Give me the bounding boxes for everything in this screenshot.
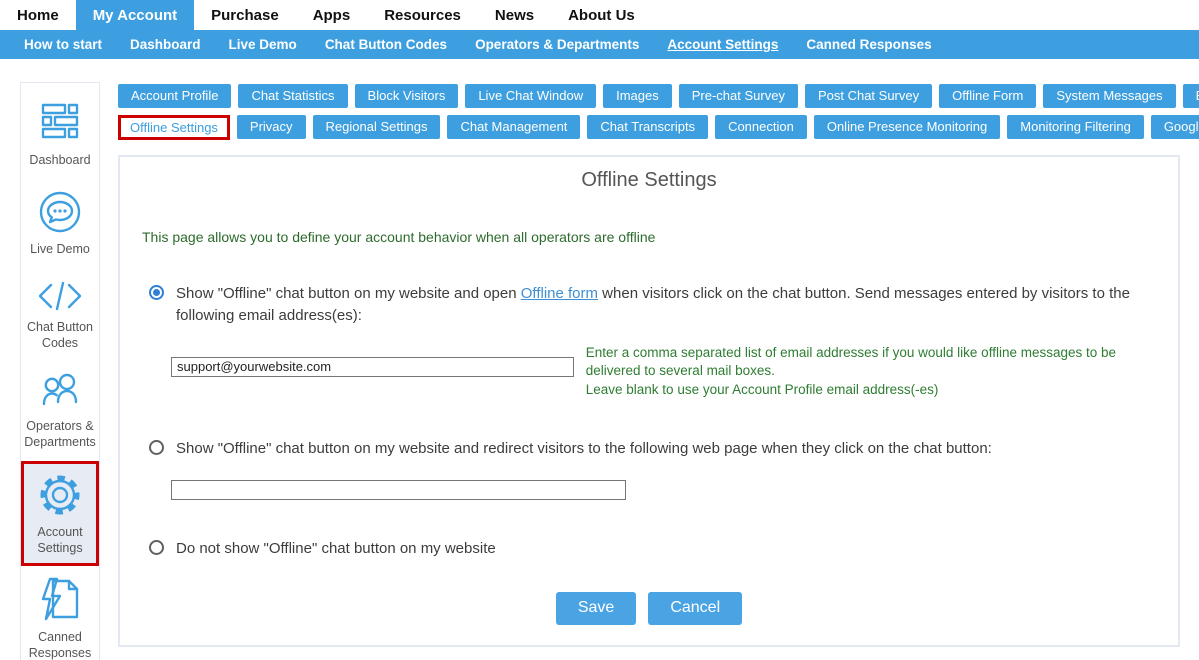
settings-tabs-row1: Account Profile Chat Statistics Block Vi… [118,84,1182,108]
tab-system-messages[interactable]: System Messages [1043,84,1175,108]
offline-form-option-label: Show "Offline" chat button on my website… [176,283,1154,327]
operators-icon [36,372,84,412]
sidebar: Dashboard Live Demo Chat Button Code [20,82,100,660]
code-icon [36,279,84,313]
canned-responses-icon [36,577,84,623]
topnav-item-news[interactable]: News [478,0,551,30]
sub-nav: How to start Dashboard Live Demo Chat Bu… [0,30,1199,59]
tab-chat-transcripts[interactable]: Chat Transcripts [587,115,708,139]
dashboard-icon [36,100,84,146]
sidebar-item-label: Canned Responses [23,629,97,660]
sidebar-item-label: Dashboard [23,152,97,168]
live-demo-icon [36,189,84,235]
option-hide-button-row: Do not show "Offline" chat button on my … [142,538,1156,560]
tab-chat-statistics[interactable]: Chat Statistics [238,84,347,108]
subnav-item-chat-button-codes[interactable]: Chat Button Codes [311,37,461,52]
email-hint-line2: Leave blank to use your Account Profile … [586,381,1156,400]
main-area: Account Profile Chat Statistics Block Vi… [118,59,1182,647]
subnav-item-dashboard[interactable]: Dashboard [116,37,215,52]
tab-post-chat-survey[interactable]: Post Chat Survey [805,84,932,108]
topnav-item-my-account[interactable]: My Account [76,0,194,30]
option-redirect-row: Show "Offline" chat button on my website… [142,438,1156,460]
top-nav: Home My Account Purchase Apps Resources … [0,0,1199,30]
save-button[interactable]: Save [556,592,636,625]
tab-online-presence-monitoring[interactable]: Online Presence Monitoring [814,115,1000,139]
sidebar-item-account-settings[interactable]: Account Settings [21,461,99,567]
topnav-item-apps[interactable]: Apps [296,0,368,30]
topnav-item-resources[interactable]: Resources [367,0,478,30]
tab-images[interactable]: Images [603,84,672,108]
page-description: This page allows you to define your acco… [142,229,1156,245]
sidebar-item-canned-responses[interactable]: Canned Responses [21,566,99,660]
subnav-item-account-settings[interactable]: Account Settings [653,37,792,52]
tab-privacy[interactable]: Privacy [237,115,306,139]
hide-button-radio[interactable] [149,540,164,555]
sidebar-item-dashboard[interactable]: Dashboard [21,89,99,178]
sidebar-item-label: Operators & Departments [23,418,97,451]
tab-pre-chat-survey[interactable]: Pre-chat Survey [679,84,798,108]
option-text-pre: Show "Offline" chat button on my website… [176,285,521,302]
subnav-item-operators-departments[interactable]: Operators & Departments [461,37,653,52]
sidebar-item-chat-button-codes[interactable]: Chat Button Codes [21,268,99,362]
tab-google-analytics[interactable]: Google Analytics [1151,115,1199,139]
subnav-item-how-to-start[interactable]: How to start [10,37,116,52]
topnav-item-purchase[interactable]: Purchase [194,0,296,30]
tab-account-profile[interactable]: Account Profile [118,84,231,108]
sidebar-item-live-demo[interactable]: Live Demo [21,178,99,267]
hide-button-option-label: Do not show "Offline" chat button on my … [176,538,496,560]
page-layout: Dashboard Live Demo Chat Button Code [0,59,1199,660]
redirect-url-input[interactable] [171,480,626,500]
email-hint: Enter a comma separated list of email ad… [586,344,1156,401]
redirect-radio[interactable] [149,440,164,455]
subnav-item-canned-responses[interactable]: Canned Responses [792,37,945,52]
page-title: Offline Settings [142,169,1156,192]
offline-email-input[interactable] [171,357,574,377]
sidebar-item-operators-departments[interactable]: Operators & Departments [21,361,99,461]
offline-form-radio[interactable] [149,285,164,300]
topnav-item-about-us[interactable]: About Us [551,0,652,30]
cancel-button[interactable]: Cancel [648,592,742,625]
form-actions: Save Cancel [142,592,1156,625]
tab-monitoring-filtering[interactable]: Monitoring Filtering [1007,115,1144,139]
tab-regional-settings[interactable]: Regional Settings [313,115,441,139]
offline-form-link[interactable]: Offline form [521,285,598,302]
tab-block-visitors[interactable]: Block Visitors [355,84,459,108]
sidebar-item-label: Chat Button Codes [23,319,97,352]
offline-settings-panel: Offline Settings This page allows you to… [118,155,1180,647]
tab-offline-form[interactable]: Offline Form [939,84,1036,108]
email-input-row: Enter a comma separated list of email ad… [171,344,1156,401]
settings-tabs-row2: Offline Settings Privacy Regional Settin… [118,115,1182,140]
email-hint-line1: Enter a comma separated list of email ad… [586,344,1156,382]
redirect-option-label: Show "Offline" chat button on my website… [176,438,992,460]
subnav-item-live-demo[interactable]: Live Demo [215,37,311,52]
tab-connection[interactable]: Connection [715,115,807,139]
topnav-item-home[interactable]: Home [0,0,76,30]
tab-chat-management[interactable]: Chat Management [447,115,580,139]
tab-live-chat-window[interactable]: Live Chat Window [465,84,596,108]
option-offline-form-row: Show "Offline" chat button on my website… [142,283,1156,327]
tab-offline-settings[interactable]: Offline Settings [118,115,230,140]
sidebar-item-label: Account Settings [24,524,96,557]
gear-icon [36,472,84,518]
redirect-url-row [171,477,1156,500]
sidebar-item-label: Live Demo [23,241,97,257]
tab-eye-catcher[interactable]: Eye Catcher [1183,84,1199,108]
